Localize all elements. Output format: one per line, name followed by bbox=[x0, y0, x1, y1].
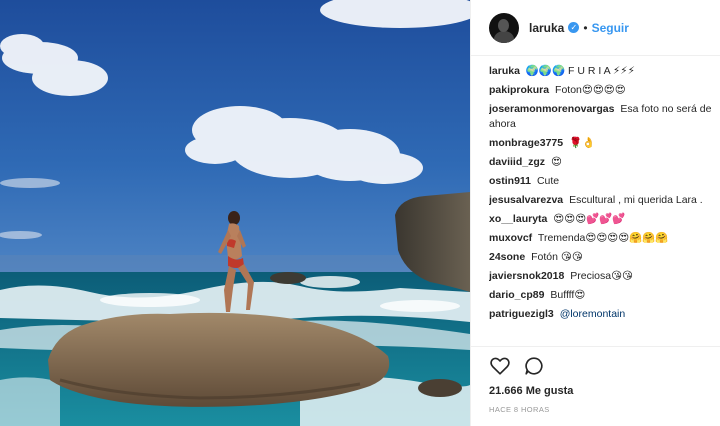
comment-text: Foton😍😍😍😍 bbox=[555, 84, 626, 96]
comment-item: xo__lauryta 😍😍😍💕💕💕 bbox=[489, 212, 715, 227]
comment-item: daviiid_zgz 😍 bbox=[489, 155, 715, 170]
comment-username[interactable]: jesusalvarezva bbox=[489, 194, 563, 206]
likes-count[interactable]: 21.666 Me gusta bbox=[489, 385, 703, 397]
comment-username[interactable]: patriguezigl3 bbox=[489, 308, 554, 320]
comment-item: dario_cp89 Buffff😍 bbox=[489, 288, 715, 303]
comments-list[interactable]: laruka 🌍🌍🌍 F U R I A ⚡⚡⚡ pakiprokura Fot… bbox=[489, 64, 715, 346]
comment-username[interactable]: 24sone bbox=[489, 251, 525, 263]
comment-item: ostin911 Cute bbox=[489, 174, 715, 189]
comment-item: joseramonmorenovargas Esa foto no será d… bbox=[489, 102, 715, 132]
follow-button[interactable]: Seguir bbox=[592, 21, 629, 35]
comment-username[interactable]: monbrage3775 bbox=[489, 137, 563, 149]
comment-text: 🌍🌍🌍 F U R I A ⚡⚡⚡ bbox=[525, 65, 636, 77]
comment-text: 🌹👌 bbox=[569, 137, 596, 149]
comment-text: Escultural , mi querida Lara . bbox=[569, 194, 703, 206]
comment-username[interactable]: javiersnok2018 bbox=[489, 270, 564, 282]
comment-item: patriguezigl3 @loremontain bbox=[489, 307, 715, 322]
comment-text: Tremenda😍😍😍😍🤗🤗🤗 bbox=[537, 232, 669, 244]
comments-fade bbox=[489, 336, 715, 346]
comment-text: Fotón 😘😘 bbox=[531, 251, 583, 263]
beach-photo-illustration bbox=[0, 0, 470, 426]
comment-item: pakiprokura Foton😍😍😍😍 bbox=[489, 83, 715, 98]
comment-username[interactable]: laruka bbox=[489, 65, 520, 77]
post-header: laruka ✓ • Seguir bbox=[471, 0, 720, 56]
separator-dot: • bbox=[583, 20, 588, 35]
comment-item: laruka 🌍🌍🌍 F U R I A ⚡⚡⚡ bbox=[489, 64, 715, 79]
instagram-post: laruka ✓ • Seguir laruka 🌍🌍🌍 F U R I A ⚡… bbox=[0, 0, 720, 426]
comment-mention-link[interactable]: @loremontain bbox=[560, 308, 626, 320]
comment-username[interactable]: joseramonmorenovargas bbox=[489, 103, 614, 115]
comment-text: Cute bbox=[536, 175, 560, 187]
comment-item: muxovcf Tremenda😍😍😍😍🤗🤗🤗 bbox=[489, 231, 715, 246]
comment-username[interactable]: dario_cp89 bbox=[489, 289, 544, 301]
comment-username[interactable]: xo__lauryta bbox=[489, 213, 547, 225]
comment-username[interactable]: pakiprokura bbox=[489, 84, 549, 96]
comment-text: 😍😍😍💕💕💕 bbox=[553, 213, 626, 225]
comment-username[interactable]: daviiid_zgz bbox=[489, 156, 545, 168]
comment-item: javiersnok2018 Preciosa😘😘 bbox=[489, 269, 715, 284]
post-timestamp: HACE 8 HORAS bbox=[489, 405, 550, 414]
comment-text: Buffff😍 bbox=[550, 289, 586, 301]
comment-item: 24sone Fotón 😘😘 bbox=[489, 250, 715, 265]
avatar[interactable] bbox=[489, 12, 519, 43]
post-photo[interactable] bbox=[0, 0, 470, 426]
verified-badge-icon: ✓ bbox=[568, 22, 580, 33]
comment-username[interactable]: ostin911 bbox=[489, 175, 531, 187]
post-actions: 21.666 Me gusta HACE 8 HORAS bbox=[471, 346, 720, 414]
comment-text: Preciosa😘😘 bbox=[570, 270, 633, 282]
comment-item: jesusalvarezva Escultural , mi querida L… bbox=[489, 193, 715, 208]
post-side-panel: laruka ✓ • Seguir laruka 🌍🌍🌍 F U R I A ⚡… bbox=[470, 0, 720, 426]
comment-text: 😍 bbox=[550, 156, 562, 168]
comment-username[interactable]: muxovcf bbox=[489, 232, 532, 244]
comment-item: monbrage3775 🌹👌 bbox=[489, 136, 715, 151]
heart-outline-icon[interactable] bbox=[489, 355, 511, 377]
header-username[interactable]: laruka bbox=[529, 21, 564, 35]
action-icons bbox=[489, 355, 703, 377]
comment-bubble-icon[interactable] bbox=[523, 355, 545, 377]
